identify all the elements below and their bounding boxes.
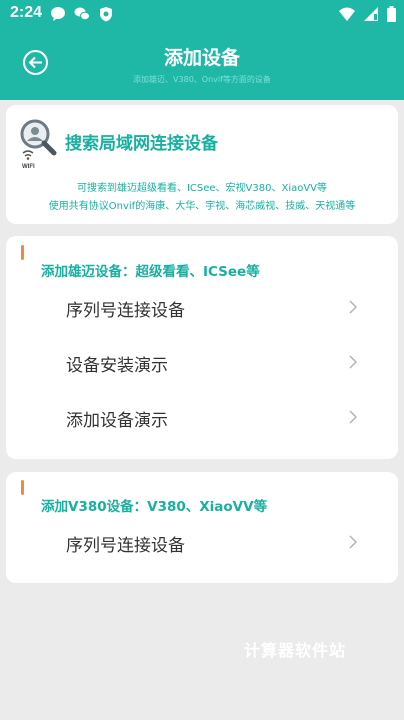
status-bar: 2:24 [0, 0, 404, 28]
row-label: 设备安装演示 [66, 356, 168, 376]
chevron-right-icon [349, 535, 358, 549]
svg-text:WIFI: WIFI [22, 164, 35, 169]
xiongmai-section-card: 添加雄迈设备：超级看看、ICSee等 序列号连接设备 设备安装演示 添加设备演示 [6, 236, 398, 459]
v380-serial-connect-row[interactable]: 序列号连接设备 [6, 523, 398, 563]
xiongmai-add-demo-row[interactable]: 添加设备演示 [6, 398, 398, 438]
battery-icon [387, 6, 396, 22]
row-label: 添加设备演示 [66, 411, 168, 431]
search-description-line1: 可搜索到雄迈超级看看、ICSee、宏视V380、XiaoVV等 [76, 183, 328, 194]
chevron-right-icon [349, 410, 358, 424]
chat-bubble-icon [51, 7, 65, 21]
xiongmai-section-title: 添加雄迈设备：超级看看、ICSee等 [41, 264, 260, 280]
v380-section-title: 添加V380设备：V380、XiaoVV等 [41, 499, 268, 515]
section-accent-bar [21, 245, 24, 260]
search-wifi-icon: WIFI [18, 119, 58, 170]
shield-icon [100, 7, 112, 22]
search-lan-card[interactable]: WIFI 搜索局域网连接设备 可搜索到雄迈超级看看、ICSee、宏视V380、X… [6, 105, 398, 224]
v380-section-card: 添加V380设备：V380、XiaoVV等 序列号连接设备 [6, 472, 398, 583]
xiongmai-serial-connect-row[interactable]: 序列号连接设备 [6, 288, 398, 328]
watermark-text: 计算器软件站 [244, 641, 347, 660]
row-label: 序列号连接设备 [66, 536, 185, 556]
status-time: 2:24 [10, 4, 43, 21]
signal-icon [364, 7, 378, 21]
wechat-icon [74, 7, 90, 21]
chevron-right-icon [349, 355, 358, 369]
header-bar: 2:24 添加设备 添加雄迈、V380、Onvif等方面的设备 [0, 0, 404, 100]
chevron-right-icon [349, 300, 358, 314]
search-lan-title: 搜索局域网连接设备 [65, 134, 218, 154]
wifi-icon [339, 7, 355, 21]
search-description-line2: 使用共有协议Onvif的海康、大华、宇视、海芯威视、技威、天视通等 [48, 201, 356, 212]
page-title: 添加设备 [163, 47, 240, 69]
xiongmai-install-demo-row[interactable]: 设备安装演示 [6, 343, 398, 383]
page-subtitle: 添加雄迈、V380、Onvif等方面的设备 [133, 75, 271, 84]
section-accent-bar [21, 480, 24, 495]
row-label: 序列号连接设备 [66, 301, 185, 321]
